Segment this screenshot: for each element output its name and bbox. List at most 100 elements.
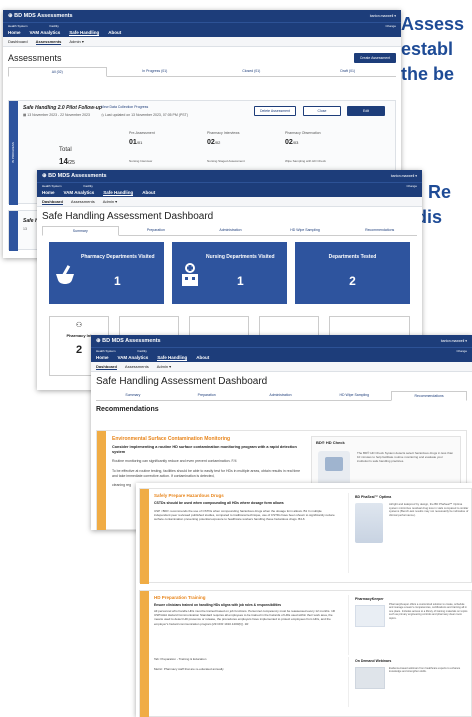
product-panel: BD PhaSeal™ Optima Airtight and leakproo… — [348, 493, 470, 573]
nav-admin[interactable]: Admin ▾ — [69, 39, 83, 44]
tab-recommendations[interactable]: Recommendations — [391, 391, 467, 401]
tab-hd-wipe-sampling[interactable]: HD Wipe Sampling — [317, 391, 391, 400]
context-nav: Home VAM Analytics Safe Handling About — [3, 28, 401, 37]
tab-all[interactable]: All (02) — [8, 67, 107, 77]
ctx-item-vam[interactable]: VAM Analytics — [30, 30, 61, 35]
metric-label: Pre-Assessment — [129, 131, 155, 135]
total-label: Total — [59, 147, 72, 153]
user-menu[interactable]: barton.maxwell ▾ — [441, 339, 467, 343]
close-button[interactable]: Close — [303, 106, 341, 116]
total-of: /25 — [67, 160, 75, 166]
brand-logo: ⊕ BD MDS Assessments — [8, 13, 73, 19]
ctx-item-about[interactable]: About — [108, 30, 121, 35]
nav-dashboard[interactable]: Dashboard — [42, 199, 63, 205]
status-strip — [9, 211, 18, 251]
stat-card-nursing: Nursing Departments Visited 1 — [172, 242, 287, 304]
ctx-item-safe-handling[interactable]: Safe Handling — [103, 190, 134, 196]
headline-line: Re — [428, 182, 452, 202]
ctx-label: Facility — [137, 348, 147, 353]
nav-dashboard[interactable]: Dashboard — [96, 364, 117, 370]
rec-summary: Ensure clinicians trained on handling HD… — [154, 603, 282, 607]
product-title: BD® HD Check — [316, 440, 345, 445]
nav-assessments[interactable]: Assessments — [125, 364, 149, 369]
delete-assessment-button[interactable]: Delete Assessment — [254, 106, 296, 116]
ctx-item-home[interactable]: Home — [8, 30, 21, 35]
last-updated: ◷ Last updated on 13 November 2023, 07:0… — [101, 113, 188, 117]
ctx-label: Health System — [42, 183, 62, 188]
ctx-item-about[interactable]: About — [196, 355, 209, 360]
product-desc: Evidence-based webinars from healthcare … — [389, 667, 461, 674]
user-menu[interactable]: barton.maxwell ▾ — [391, 174, 417, 178]
user-menu[interactable]: barton.maxwell ▾ — [370, 14, 396, 18]
ctx-label: Facility — [83, 183, 93, 188]
marketing-collage: { "headlines":{"line1":"Assess","line2":… — [0, 0, 472, 717]
change-link[interactable]: Change — [406, 184, 417, 188]
rec-subtext: Routine monitoring can significantly red… — [112, 459, 237, 463]
stat-value: 1 — [237, 274, 244, 288]
tab-in-progress[interactable]: In Progress (01) — [107, 67, 204, 76]
tab-administration[interactable]: Administration — [193, 226, 268, 235]
ctx-item-safe-handling[interactable]: Safe Handling — [69, 30, 100, 36]
ctx-item-vam[interactable]: VAM Analytics — [118, 355, 149, 360]
webinar-image — [355, 667, 385, 689]
main-nav: Dashboard Assessments Admin ▾ — [91, 362, 472, 372]
tab-preparation[interactable]: Preparation — [170, 391, 244, 400]
tab-administration[interactable]: Administration — [244, 391, 318, 400]
product-desc: The BD® HD Check System detects select h… — [357, 451, 454, 463]
ctx-item-home[interactable]: Home — [42, 190, 55, 195]
metric-of: /02 — [214, 140, 221, 145]
nav-admin[interactable]: Admin ▾ — [157, 364, 171, 369]
nav-assessments[interactable]: Assessments — [35, 39, 62, 45]
nav-admin[interactable]: Admin ▾ — [103, 199, 117, 204]
metric-label: Pharmacy Observation — [285, 131, 321, 135]
tab-hd-wipe-sampling[interactable]: HD Wipe Sampling — [268, 226, 343, 235]
stat-card-pharmacy: Pharmacy Departments Visited 1 — [49, 242, 164, 304]
metric-num: 01 — [129, 139, 137, 146]
ctx-item-about[interactable]: About — [142, 190, 155, 195]
edit-button[interactable]: Edit — [347, 106, 385, 116]
ctx-item-safe-handling[interactable]: Safe Handling — [157, 355, 188, 361]
recommendation-card: HD Preparation Training Ensure clinician… — [139, 590, 472, 717]
metric-label: Pharmacy Interviews — [207, 131, 240, 135]
metric-value: 02/02 — [207, 139, 220, 146]
product-panel: PharmacyKeeper PharmacyKeeper offers a c… — [348, 595, 470, 655]
metric-of: /01 — [136, 140, 143, 145]
product-desc: PharmacyKeeper offers a customized solut… — [389, 603, 468, 620]
stat-label: Pharmacy Departments Visited — [81, 254, 155, 260]
ctx-item-vam[interactable]: VAM Analytics — [64, 190, 95, 195]
app-header: ⊕ BD MDS Assessments barton.maxwell ▾ — [37, 170, 422, 182]
view-progress-link[interactable]: View Data Collection Progress — [101, 105, 148, 109]
tab-draft[interactable]: Draft (01) — [300, 67, 397, 76]
brand-logo: ⊕ BD MDS Assessments — [42, 173, 107, 179]
nav-assessments[interactable]: Assessments — [71, 199, 95, 204]
tab-recommendations[interactable]: Recommendations — [342, 226, 417, 235]
stat-value: 1 — [114, 274, 121, 288]
brand-logo: ⊕ BD MDS Assessments — [96, 338, 161, 344]
recommendation-detail-window: Safely Prepare Hazardous Drugs CSTDs sho… — [136, 483, 472, 717]
status-strip: IN PROGRESS — [9, 101, 18, 205]
tab-summary[interactable]: Summary — [42, 226, 119, 236]
stat-value: 2 — [349, 274, 356, 288]
context-nav: Home VAM Analytics Safe Handling About — [91, 353, 472, 362]
create-assessment-button[interactable]: Create Assessment — [354, 53, 396, 63]
ctx-label: Health System — [96, 348, 116, 353]
headline-line: the be — [401, 64, 455, 84]
status-tabs: All (02) In Progress (01) Closed (01) Dr… — [8, 67, 396, 77]
product-title: PharmacyKeeper — [355, 597, 384, 601]
total-num: 14 — [59, 157, 68, 166]
change-link[interactable]: Change — [456, 349, 467, 353]
dates-text: 13 November 2023 - 22 November 2023 — [27, 113, 90, 117]
stat-label: Nursing Departments Visited — [206, 254, 275, 260]
metric-value: 01/01 — [129, 139, 142, 146]
tab-closed[interactable]: Closed (01) — [203, 67, 300, 76]
total-value: 14/25 — [59, 157, 75, 166]
change-link[interactable]: Change — [385, 24, 396, 28]
tab-summary[interactable]: Summary — [96, 391, 170, 400]
ctx-item-home[interactable]: Home — [96, 355, 109, 360]
nav-dashboard[interactable]: Dashboard — [8, 39, 28, 44]
headline-line: establ — [401, 39, 454, 59]
tab-preparation[interactable]: Preparation — [119, 226, 194, 235]
ctx-label: Facility — [49, 23, 59, 28]
rec-summary: CSTDs should be used when compounding al… — [154, 501, 284, 505]
page-title: Safe Handling Assessment Dashboard — [96, 376, 268, 387]
